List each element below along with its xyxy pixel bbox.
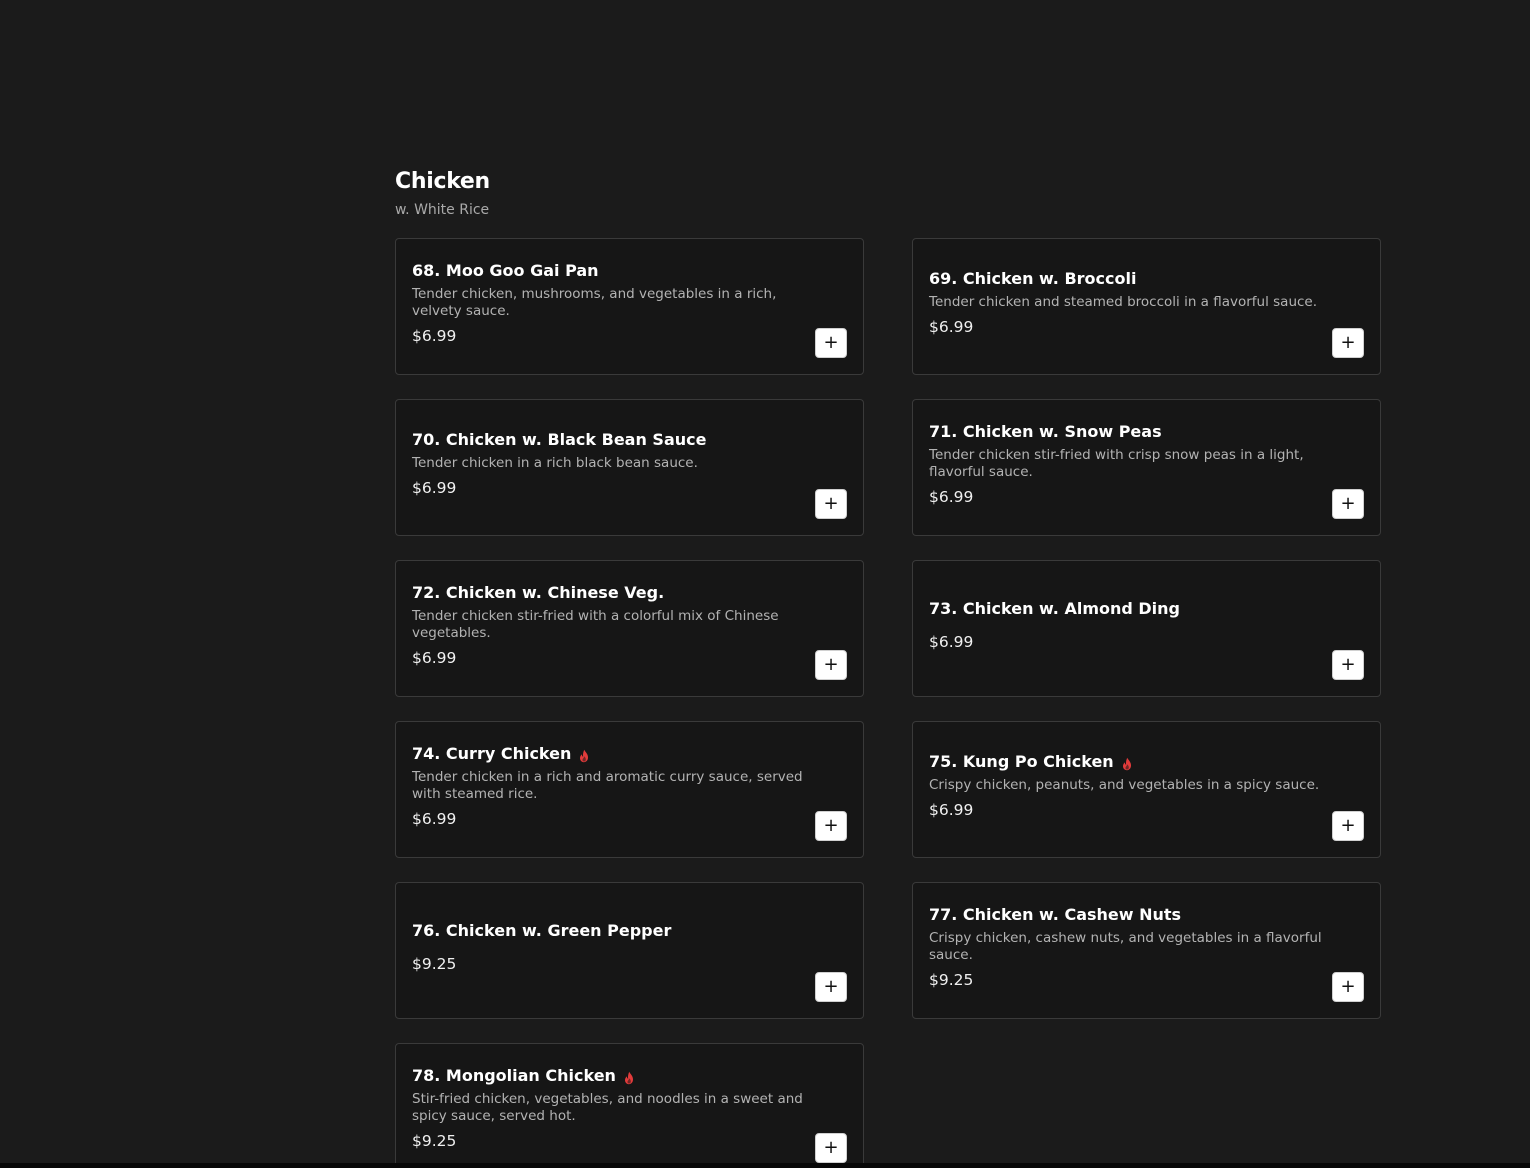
add-item-button[interactable]: + [1332, 972, 1364, 1002]
spicy-flame-icon [1120, 755, 1134, 771]
menu-item-name-row: 74. Curry Chicken [412, 743, 807, 765]
flame-icon-graphic [580, 749, 589, 762]
menu-item-name-row: 78. Mongolian Chicken [412, 1065, 807, 1087]
menu-item-description: Tender chicken stir-fried with crisp sno… [929, 446, 1304, 480]
menu-item-name-row: 73. Chicken w. Almond Ding [929, 598, 1324, 620]
menu-item-card[interactable]: 77. Chicken w. Cashew Nuts Crispy chicke… [912, 882, 1381, 1019]
add-item-button[interactable]: + [815, 811, 847, 841]
menu-item-price: $6.99 [929, 801, 974, 819]
flame-icon-graphic [1122, 757, 1131, 771]
menu-item-description: Crispy chicken, cashew nuts, and vegetab… [929, 929, 1322, 963]
menu-item-content: 78. Mongolian Chicken Stir-fried chicken… [412, 1065, 847, 1151]
menu-item-name: 75. Kung Po Chicken [929, 752, 1114, 771]
menu-item-content: 71. Chicken w. Snow Peas Tender chicken … [929, 421, 1364, 507]
menu-item-card[interactable]: 70. Chicken w. Black Bean Sauce Tender c… [395, 399, 864, 536]
section-subtitle: w. White Rice [395, 202, 490, 218]
menu-item-description: Tender chicken in a rich and aromatic cu… [412, 768, 803, 802]
menu-item-description: Stir-fried chicken, vegetables, and nood… [412, 1090, 803, 1124]
flame-icon-graphic [624, 1071, 633, 1084]
menu-page: Chicken w. White Rice 68. Moo Goo Gai Pa… [0, 0, 1530, 1168]
menu-item-name: 70. Chicken w. Black Bean Sauce [412, 430, 707, 449]
add-item-button[interactable]: + [815, 650, 847, 680]
menu-item-price: $6.99 [929, 487, 974, 506]
add-item-button[interactable]: + [1332, 489, 1364, 519]
menu-item-card[interactable]: 72. Chicken w. Chinese Veg. Tender chick… [395, 560, 864, 697]
add-item-button[interactable]: + [1332, 811, 1364, 841]
menu-item-card[interactable]: 68. Moo Goo Gai Pan Tender chicken, mush… [395, 238, 864, 375]
menu-item-content: 69. Chicken w. Broccoli Tender chicken a… [929, 268, 1364, 337]
menu-item-name-row: 68. Moo Goo Gai Pan [412, 260, 807, 282]
add-item-button[interactable]: + [815, 972, 847, 1002]
menu-item-name-row: 76. Chicken w. Green Pepper [412, 920, 807, 942]
menu-item-price: $9.25 [929, 970, 974, 989]
add-item-button[interactable]: + [815, 328, 847, 358]
menu-item-card[interactable]: 75. Kung Po Chicken Crispy chicken, pean… [912, 721, 1381, 858]
menu-item-card[interactable]: 69. Chicken w. Broccoli Tender chicken a… [912, 238, 1381, 375]
add-item-button[interactable]: + [815, 489, 847, 519]
menu-item-price: $6.99 [929, 318, 974, 336]
menu-item-content: 73. Chicken w. Almond Ding $6.99 [929, 598, 1364, 652]
menu-item-content: 75. Kung Po Chicken Crispy chicken, pean… [929, 751, 1364, 820]
menu-item-name: 69. Chicken w. Broccoli [929, 269, 1137, 288]
menu-item-content: 77. Chicken w. Cashew Nuts Crispy chicke… [929, 904, 1364, 990]
menu-item-name: 78. Mongolian Chicken [412, 1065, 616, 1085]
spicy-flame-icon [577, 747, 591, 762]
bottom-edge [0, 1163, 1530, 1168]
menu-item-name-row: 69. Chicken w. Broccoli [929, 268, 1324, 290]
menu-item-price: $6.99 [412, 809, 457, 828]
menu-item-description: Tender chicken, mushrooms, and vegetable… [412, 285, 777, 319]
menu-item-price: $6.99 [412, 326, 457, 345]
spicy-flame-icon [622, 1069, 636, 1084]
menu-item-name-row: 75. Kung Po Chicken [929, 751, 1324, 773]
menu-item-grid: 68. Moo Goo Gai Pan Tender chicken, mush… [395, 238, 1381, 1168]
menu-item-content: 68. Moo Goo Gai Pan Tender chicken, mush… [412, 260, 847, 346]
menu-item-name: 76. Chicken w. Green Pepper [412, 920, 672, 940]
menu-item-price: $9.25 [412, 1131, 457, 1150]
menu-item-price: $6.99 [929, 632, 974, 651]
menu-item-card[interactable]: 74. Curry Chicken Tender chicken in a ri… [395, 721, 864, 858]
menu-item-name-row: 72. Chicken w. Chinese Veg. [412, 582, 807, 604]
menu-item-description: Tender chicken and steamed broccoli in a… [929, 294, 1318, 310]
menu-item-content: 70. Chicken w. Black Bean Sauce Tender c… [412, 429, 847, 498]
menu-item-name: 68. Moo Goo Gai Pan [412, 260, 599, 280]
menu-item-card[interactable]: 73. Chicken w. Almond Ding $6.99 + [912, 560, 1381, 697]
menu-item-card[interactable]: 78. Mongolian Chicken Stir-fried chicken… [395, 1043, 864, 1168]
menu-item-price: $6.99 [412, 648, 457, 667]
menu-item-description: Crispy chicken, peanuts, and vegetables … [929, 777, 1320, 793]
menu-item-name: 71. Chicken w. Snow Peas [929, 421, 1162, 441]
menu-item-name-row: 71. Chicken w. Snow Peas [929, 421, 1324, 443]
menu-section-chicken: Chicken w. White Rice 68. Moo Goo Gai Pa… [395, 168, 1381, 1168]
menu-item-name-row: 77. Chicken w. Cashew Nuts [929, 904, 1324, 926]
menu-item-description: Tender chicken in a rich black bean sauc… [412, 455, 698, 471]
menu-item-card[interactable]: 76. Chicken w. Green Pepper $9.25 + [395, 882, 864, 1019]
menu-item-card[interactable]: 71. Chicken w. Snow Peas Tender chicken … [912, 399, 1381, 536]
menu-item-price: $9.25 [412, 954, 457, 973]
menu-item-content: 74. Curry Chicken Tender chicken in a ri… [412, 743, 847, 829]
menu-item-name: 73. Chicken w. Almond Ding [929, 598, 1180, 618]
add-item-button[interactable]: + [815, 1133, 847, 1163]
add-item-button[interactable]: + [1332, 328, 1364, 358]
menu-item-name: 72. Chicken w. Chinese Veg. [412, 582, 665, 602]
menu-item-content: 72. Chicken w. Chinese Veg. Tender chick… [412, 582, 847, 668]
menu-item-name: 77. Chicken w. Cashew Nuts [929, 904, 1182, 924]
menu-item-content: 76. Chicken w. Green Pepper $9.25 [412, 920, 847, 974]
menu-item-name: 74. Curry Chicken [412, 743, 572, 763]
menu-item-price: $6.99 [412, 479, 457, 497]
menu-item-description: Tender chicken stir-fried with a colorfu… [412, 607, 779, 641]
menu-item-name-row: 70. Chicken w. Black Bean Sauce [412, 429, 807, 451]
add-item-button[interactable]: + [1332, 650, 1364, 680]
section-title: Chicken [395, 169, 490, 194]
